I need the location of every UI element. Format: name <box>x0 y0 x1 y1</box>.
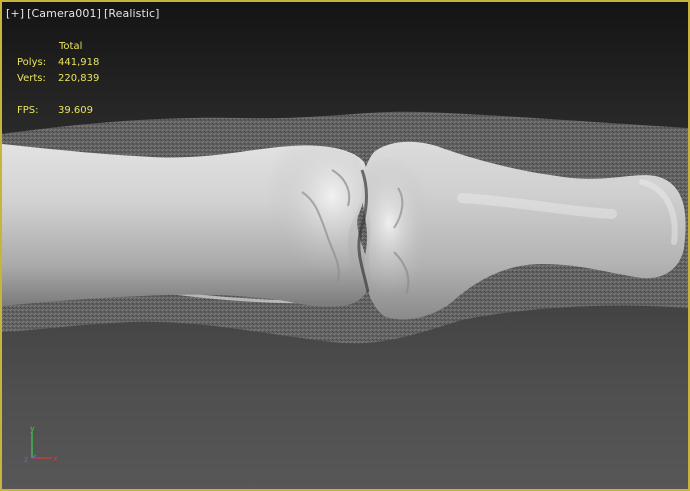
viewport-labels: [+] [Camera001] [Realistic] <box>6 7 163 20</box>
verts-value: 220,839 <box>58 73 100 84</box>
axis-x-label: x <box>53 454 58 463</box>
axis-z-label: z <box>24 455 28 464</box>
viewport-camera001[interactable]: [+] [Camera001] [Realistic] Total Polys: 4… <box>0 0 690 491</box>
fps-value: 39.609 <box>58 105 93 116</box>
scene-render[interactable] <box>2 2 688 489</box>
viewport-menu-label[interactable]: [+] <box>6 7 24 20</box>
polys-value: 441,918 <box>58 57 100 68</box>
shading-mode-label[interactable]: [Realistic] <box>104 7 160 20</box>
fps-label: FPS: <box>17 105 39 116</box>
polys-label: Polys: <box>17 57 47 68</box>
axis-y-label: y <box>30 424 35 433</box>
stats-total-header: Total <box>59 41 83 52</box>
camera-label[interactable]: [Camera001] <box>27 7 101 20</box>
verts-label: Verts: <box>17 73 46 84</box>
axis-tripod-icon: y x z <box>24 424 58 464</box>
